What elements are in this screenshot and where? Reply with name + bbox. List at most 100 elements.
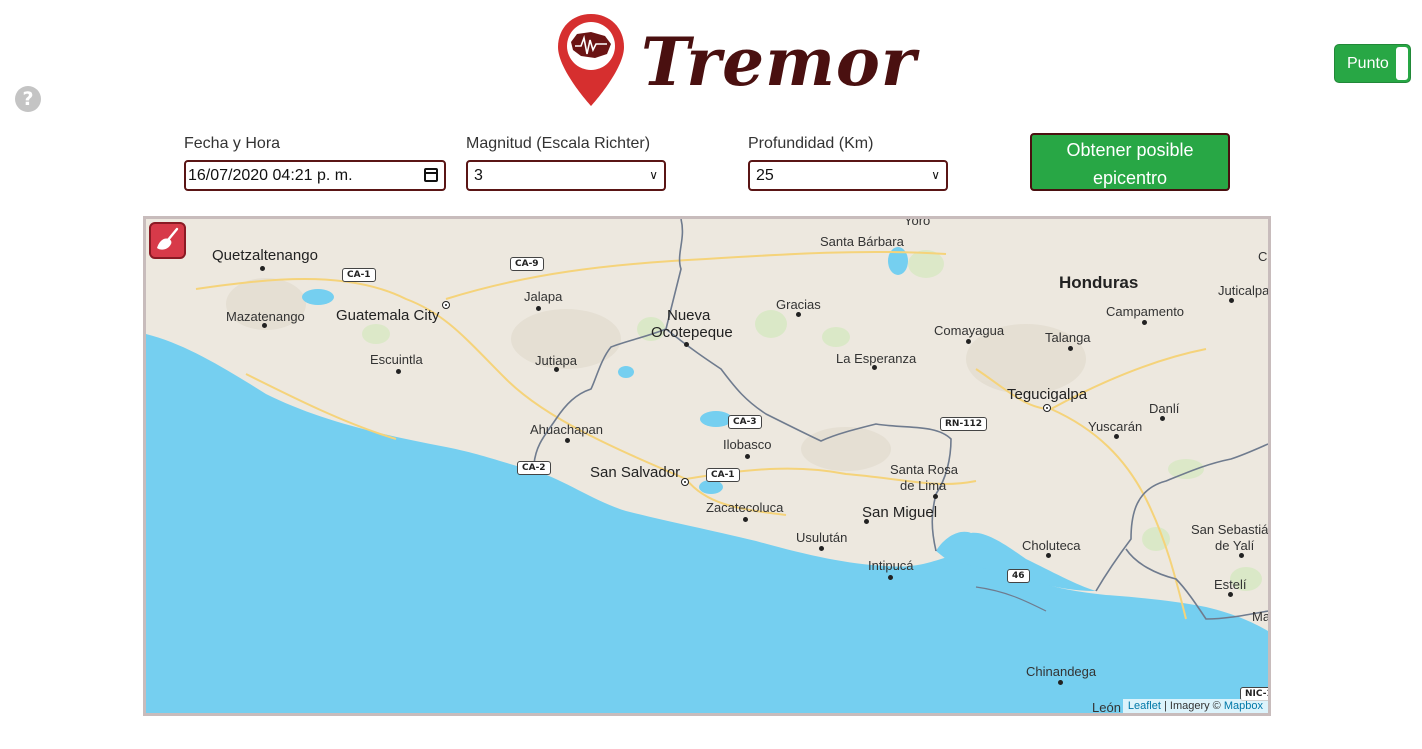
place-talanga: Talanga: [1045, 330, 1091, 345]
place-san-sebastian: San Sebastián: [1191, 522, 1271, 537]
city-dot: [684, 342, 689, 347]
city-dot: [1229, 298, 1234, 303]
city-dot: [872, 365, 877, 370]
place-quetzaltenango: Quetzaltenango: [212, 247, 318, 264]
depth-label: Profundidad (Km): [748, 135, 874, 152]
submit-label-line1: Obtener posible: [1066, 140, 1194, 160]
city-dot: [1160, 416, 1165, 421]
map[interactable]: Quetzaltenango Mazatenango Guatemala Cit…: [143, 216, 1271, 716]
city-dot: [536, 306, 541, 311]
capital-marker: [442, 301, 450, 309]
datetime-value: 16/07/2020 04:21 p. m.: [188, 167, 353, 184]
place-la-esperanza: La Esperanza: [836, 351, 917, 366]
road-shield: CA-3: [728, 415, 762, 429]
city-dot: [565, 438, 570, 443]
mapbox-link[interactable]: Mapbox: [1224, 700, 1263, 712]
point-toggle[interactable]: Punto: [1334, 44, 1411, 83]
place-gracias: Gracias: [776, 297, 821, 312]
get-epicenter-button[interactable]: Obtener posible epicentro: [1030, 133, 1230, 191]
place-edge-ca: Ca: [1258, 249, 1268, 264]
place-intipuca: Intipucá: [868, 558, 914, 573]
place-escuintla: Escuintla: [370, 352, 423, 367]
help-icon[interactable]: ?: [15, 86, 41, 112]
magnitude-select[interactable]: 3 ∨: [466, 160, 666, 191]
place-ilobasco: Ilobasco: [723, 437, 772, 452]
calendar-icon[interactable]: [424, 168, 438, 182]
city-dot: [796, 312, 801, 317]
city-dot: [1046, 553, 1051, 558]
road-shield: CA-9: [510, 257, 544, 271]
city-dot: [745, 454, 750, 459]
clear-map-button[interactable]: [149, 222, 186, 259]
city-dot: [864, 519, 869, 524]
place-san-salvador: San Salvador: [590, 464, 681, 481]
place-leon: León: [1092, 700, 1121, 715]
map-base: [146, 219, 1268, 713]
place-nueva: Nueva: [667, 307, 711, 324]
place-de-lima: de Lima: [900, 478, 947, 493]
road-shield: CA-1: [342, 268, 376, 282]
broom-icon: [157, 227, 179, 250]
city-dot: [966, 339, 971, 344]
app-title: Tremor: [641, 23, 917, 101]
place-san-miguel: San Miguel: [862, 504, 938, 521]
place-comayagua: Comayagua: [934, 323, 1005, 338]
place-yuscaran: Yuscarán: [1088, 419, 1143, 434]
magnitude-label: Magnitud (Escala Richter): [466, 135, 651, 152]
road-shield: CA-1: [706, 468, 740, 482]
city-dot: [396, 369, 401, 374]
datetime-label: Fecha y Hora: [184, 135, 281, 152]
place-guatemala-city: Guatemala City: [336, 307, 440, 324]
place-juticalpa: Juticalpa: [1218, 283, 1270, 298]
place-tegucigalpa: Tegucigalpa: [1007, 386, 1088, 403]
place-campamento: Campamento: [1106, 304, 1185, 319]
capital-marker: [681, 478, 689, 486]
app-logo: Tremor: [555, 12, 916, 112]
road-shield: RN-112: [940, 417, 987, 431]
chevron-down-icon: ∨: [649, 168, 658, 182]
city-dot: [1228, 592, 1233, 597]
place-usulutan: Usulután: [796, 530, 848, 545]
datetime-input[interactable]: 16/07/2020 04:21 p. m.: [184, 160, 446, 191]
leaflet-link[interactable]: Leaflet: [1128, 700, 1161, 712]
place-esteli: Estelí: [1214, 577, 1247, 592]
place-de-yali: de Yalí: [1215, 538, 1255, 553]
city-dot: [262, 323, 267, 328]
city-dot: [1142, 320, 1147, 325]
road-shield: CA-2: [517, 461, 551, 475]
road-shield: 46: [1007, 569, 1030, 583]
city-dot: [1058, 680, 1063, 685]
place-choluteca: Choluteca: [1022, 538, 1081, 553]
depth-value: 25: [756, 167, 774, 184]
place-jalapa: Jalapa: [524, 289, 563, 304]
toggle-label: Punto: [1347, 55, 1389, 72]
map-attribution: Leaflet | Imagery © Mapbox: [1122, 699, 1268, 713]
chevron-down-icon: ∨: [931, 168, 940, 182]
depth-select[interactable]: 25 ∨: [748, 160, 948, 191]
city-dot: [819, 546, 824, 551]
city-dot: [1239, 553, 1244, 558]
city-dot: [743, 517, 748, 522]
magnitude-value: 3: [474, 167, 483, 184]
map-pin-logo-icon: [558, 14, 624, 106]
city-dot: [1068, 346, 1073, 351]
country-honduras: Honduras: [1059, 273, 1139, 292]
place-zacatecoluca: Zacatecoluca: [706, 500, 784, 515]
city-dot: [888, 575, 893, 580]
place-mazatenango: Mazatenango: [226, 309, 305, 324]
place-santa-barbara: Santa Bárbara: [820, 234, 904, 249]
city-dot: [554, 367, 559, 372]
place-edge-ma: Ma: [1252, 609, 1271, 624]
attribution-separator: | Imagery ©: [1160, 700, 1224, 712]
place-chinandega: Chinandega: [1026, 664, 1097, 679]
city-dot: [260, 266, 265, 271]
place-yoro: Yoro: [904, 216, 931, 228]
city-dot: [1114, 434, 1119, 439]
submit-label-line2: epicentro: [1092, 168, 1168, 188]
city-dot: [933, 494, 938, 499]
place-santa-rosa: Santa Rosa: [890, 462, 958, 477]
toggle-handle: [1396, 47, 1408, 80]
place-jutiapa: Jutiapa: [535, 353, 577, 368]
place-ahuachapan: Ahuachapan: [530, 422, 604, 437]
place-ocotepeque: Ocotepeque: [651, 324, 733, 341]
